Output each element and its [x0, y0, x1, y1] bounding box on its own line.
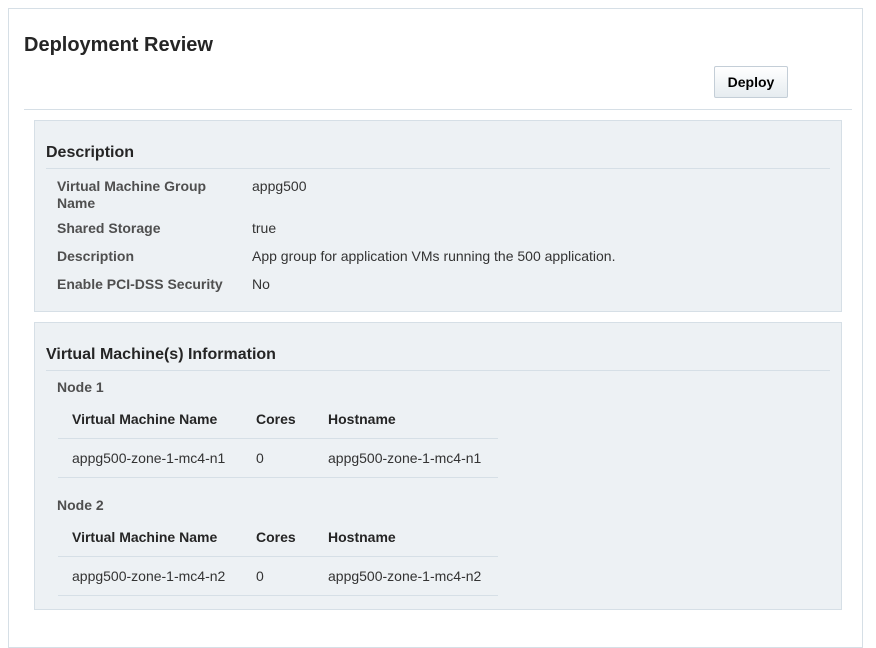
field-value-vm-group-name: appg500: [252, 178, 307, 194]
column-header-hostname: Hostname: [314, 400, 498, 439]
node-1-vm-table: Virtual Machine Name Cores Hostname appg…: [58, 400, 498, 478]
cell-hostname: appg500-zone-1-mc4-n2: [314, 556, 498, 596]
panel-divider: [46, 370, 830, 371]
column-header-cores: Cores: [242, 400, 314, 439]
header-divider: [24, 109, 852, 110]
field-value-pci-dss: No: [252, 276, 270, 292]
field-label-pci-dss: Enable PCI-DSS Security: [57, 276, 223, 292]
table-row: appg500-zone-1-mc4-n1 0 appg500-zone-1-m…: [58, 438, 498, 478]
field-value-description: App group for application VMs running th…: [252, 248, 616, 264]
column-header-hostname: Hostname: [314, 518, 498, 557]
field-value-shared-storage: true: [252, 220, 277, 236]
cell-vm-name: appg500-zone-1-mc4-n1: [58, 438, 242, 478]
field-label-shared-storage: Shared Storage: [57, 220, 161, 236]
deployment-review-region: Deployment Review Deploy Description Vir…: [8, 8, 863, 648]
page-title: Deployment Review: [24, 34, 213, 56]
field-label-vm-group-name: Virtual Machine Group Name: [57, 178, 207, 211]
description-panel: Description Virtual Machine Group Name a…: [34, 120, 842, 312]
vm-information-panel-title: Virtual Machine(s) Information: [46, 346, 276, 363]
column-header-vm-name: Virtual Machine Name: [58, 400, 242, 439]
table-header-row: Virtual Machine Name Cores Hostname: [58, 518, 498, 557]
column-header-cores: Cores: [242, 518, 314, 557]
field-label-description: Description: [57, 248, 135, 264]
table-header-row: Virtual Machine Name Cores Hostname: [58, 400, 498, 439]
cell-vm-name: appg500-zone-1-mc4-n2: [58, 556, 242, 596]
node-1-label: Node 1: [57, 379, 104, 395]
cell-hostname: appg500-zone-1-mc4-n1: [314, 438, 498, 478]
cell-cores: 0: [242, 556, 314, 596]
vm-information-panel: Virtual Machine(s) Information Node 1 Vi…: [34, 322, 842, 610]
table-row: appg500-zone-1-mc4-n2 0 appg500-zone-1-m…: [58, 556, 498, 596]
node-2-label: Node 2: [57, 497, 104, 513]
description-panel-title: Description: [46, 144, 135, 161]
node-2-vm-table: Virtual Machine Name Cores Hostname appg…: [58, 518, 498, 596]
column-header-vm-name: Virtual Machine Name: [58, 518, 242, 557]
cell-cores: 0: [242, 438, 314, 478]
deploy-button[interactable]: Deploy: [714, 66, 788, 98]
panel-divider: [46, 168, 830, 169]
